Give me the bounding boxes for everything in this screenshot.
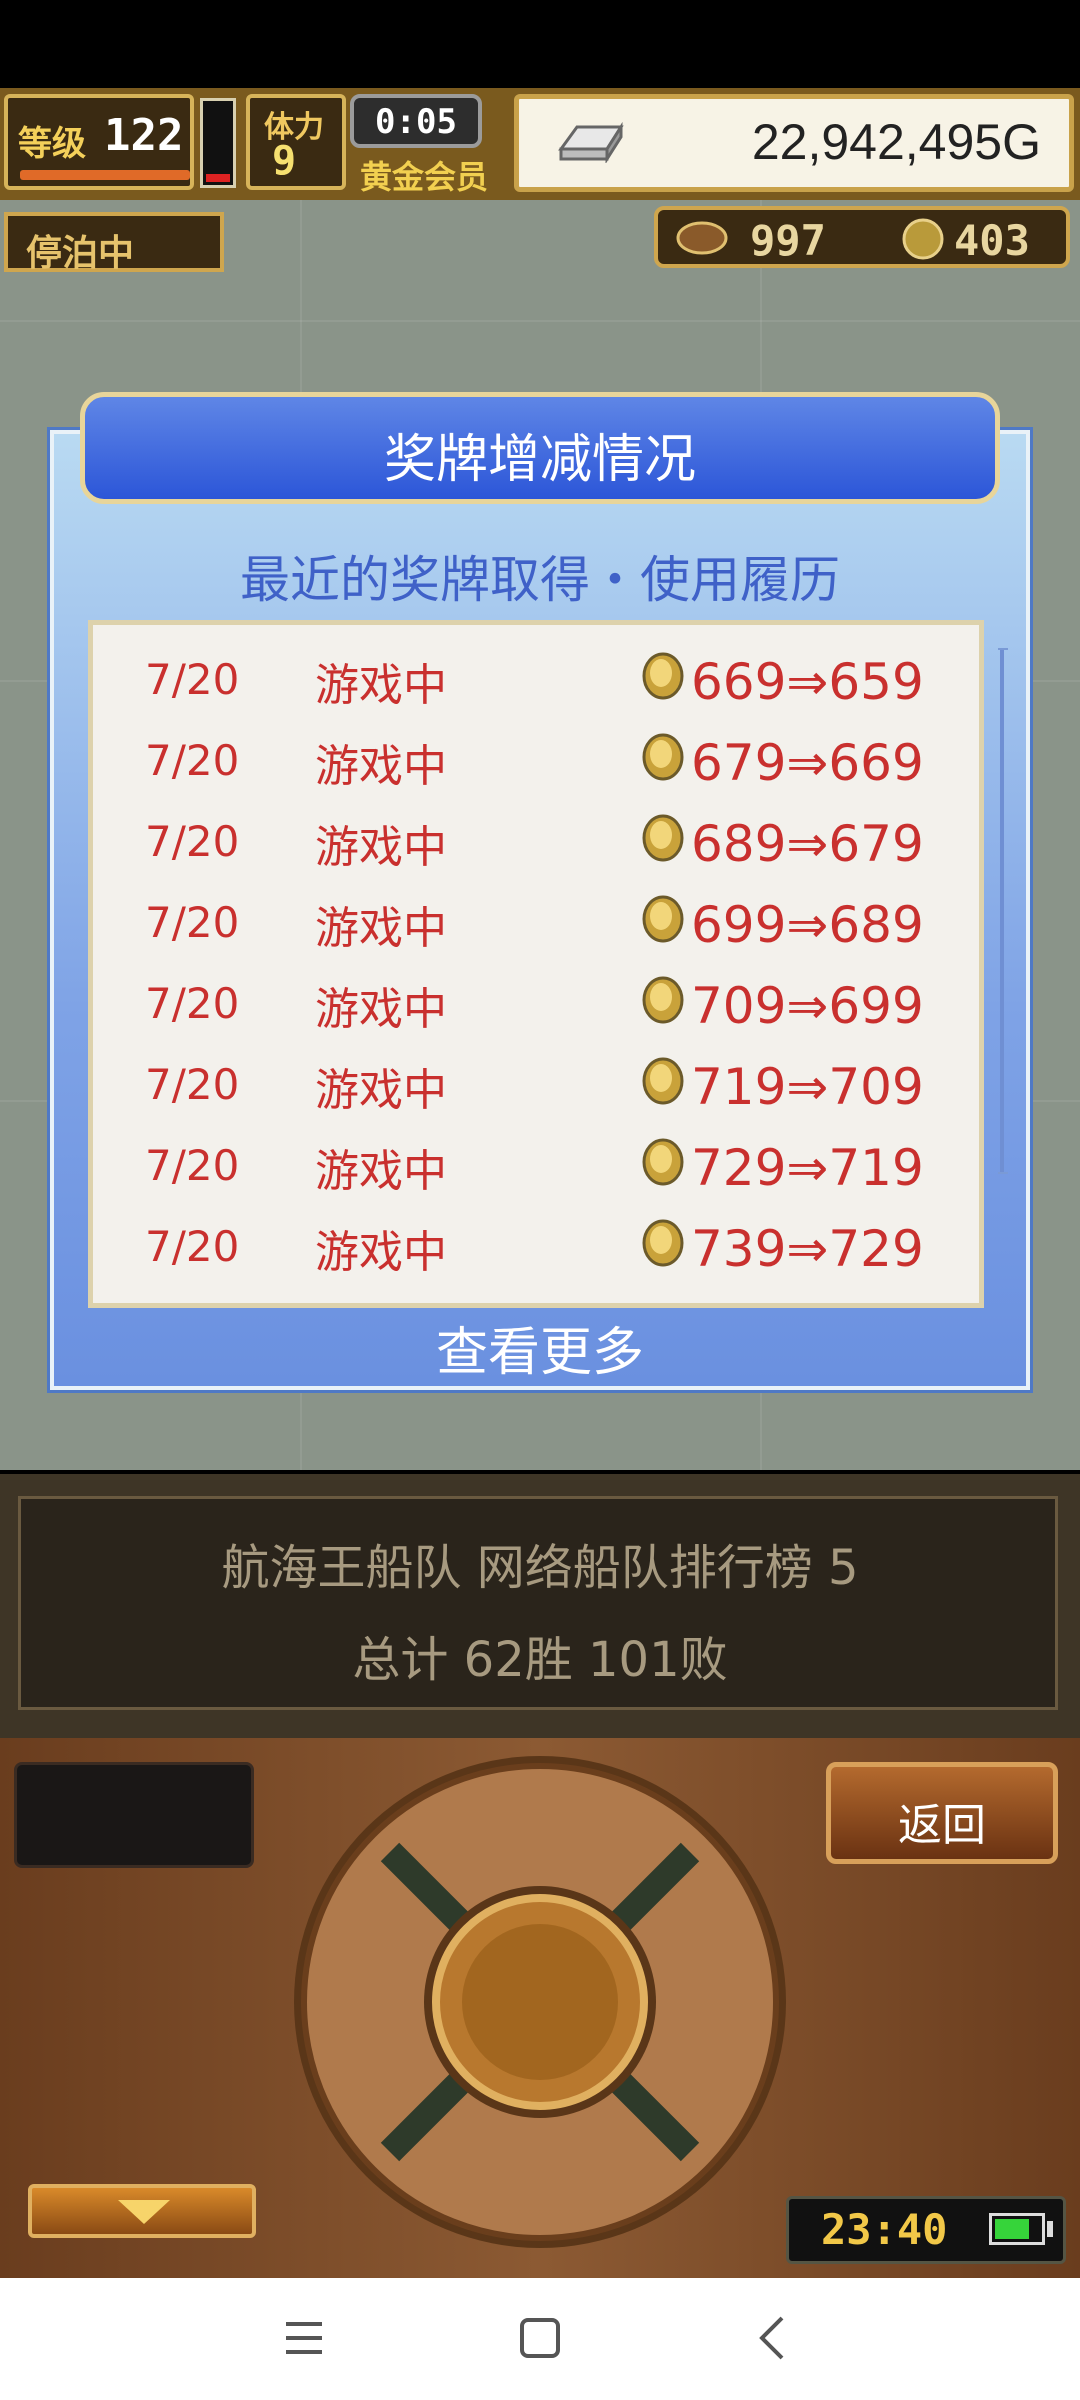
history-description: 游戏中 xyxy=(315,984,447,1035)
moored-status-badge: 停泊中 xyxy=(4,212,224,274)
home-icon[interactable] xyxy=(500,2298,580,2378)
history-date: 7/20 xyxy=(145,1141,240,1190)
cannonball-icon xyxy=(676,221,728,255)
back-button-label: 返回 xyxy=(898,1800,986,1851)
experience-bar xyxy=(20,170,190,180)
history-date: 7/20 xyxy=(145,1060,240,1109)
history-date: 7/20 xyxy=(145,979,240,1028)
fleet-record-text: 总计 62胜 101败 xyxy=(352,1632,728,1688)
medal-coin-icon xyxy=(642,733,684,781)
directional-pad[interactable] xyxy=(290,1752,790,2252)
history-description: 游戏中 xyxy=(315,822,447,873)
history-medal-change: 689⇒679 xyxy=(691,815,924,873)
history-medal-change: 729⇒719 xyxy=(691,1139,924,1197)
history-medal-change: 699⇒689 xyxy=(691,896,924,954)
timer-value: 0:05 xyxy=(375,102,457,142)
history-description: 游戏中 xyxy=(315,903,447,954)
history-date: 7/20 xyxy=(145,655,240,704)
level-value: 122 xyxy=(104,110,184,161)
stamina-indicator: 体力 9 xyxy=(246,94,346,190)
history-date: 7/20 xyxy=(145,736,240,785)
history-list-panel[interactable]: 7/20 游戏中 669⇒659 7/20 游戏中 679⇒669 7/20 游戏中 689⇒6… xyxy=(88,620,984,1308)
history-row: 7/20 游戏中 699⇒689 xyxy=(93,892,979,973)
medal-coin-icon xyxy=(642,1138,684,1186)
dialog-subtitle: 最近的奖牌取得・使用履历 xyxy=(240,551,840,609)
history-date: 7/20 xyxy=(145,817,240,866)
moored-label: 停泊中 xyxy=(26,233,135,274)
hud-bar: 等级 122 体力 9 0:05 黄金会员 22,942,495G xyxy=(0,88,1080,200)
battery-icon xyxy=(989,2213,1045,2245)
resource-counter: 997 403 xyxy=(654,206,1070,268)
gold-value: 22,942,495G xyxy=(751,114,1041,170)
medal-coin-icon xyxy=(642,976,684,1024)
menu-icon[interactable] xyxy=(264,2298,344,2378)
status-bar xyxy=(0,0,1080,88)
history-description: 游戏中 xyxy=(315,1146,447,1197)
history-date: 7/20 xyxy=(145,898,240,947)
silver-ingot-icon xyxy=(558,121,624,163)
history-row: 7/20 游戏中 719⇒709 xyxy=(93,1054,979,1135)
history-row: 7/20 游戏中 679⇒669 xyxy=(93,730,979,811)
medal-coin-icon xyxy=(642,895,684,943)
medal-coin-icon xyxy=(642,1219,684,1267)
medal-coin-icon xyxy=(642,652,684,700)
history-description: 游戏中 xyxy=(315,660,447,711)
resource1-value: 997 xyxy=(750,216,826,265)
gold-counter: 22,942,495G xyxy=(514,94,1074,192)
level-indicator: 等级 122 xyxy=(4,94,194,190)
stamina-fill xyxy=(206,174,230,182)
medal-coin-icon xyxy=(642,1057,684,1105)
history-row: 7/20 游戏中 689⇒679 xyxy=(93,811,979,892)
history-list: 7/20 游戏中 669⇒659 7/20 游戏中 679⇒669 7/20 游戏中 689⇒6… xyxy=(93,649,979,1297)
history-row: 7/20 游戏中 669⇒659 xyxy=(93,649,979,730)
dialog-header: 奖牌增减情况 xyxy=(80,392,1000,504)
back-button[interactable]: 返回 xyxy=(826,1762,1058,1864)
resource2-value: 403 xyxy=(954,216,1030,265)
timer: 0:05 xyxy=(350,94,482,148)
history-medal-change: 679⇒669 xyxy=(691,734,924,792)
history-description: 游戏中 xyxy=(315,1227,447,1278)
battery-tip xyxy=(1047,2221,1053,2237)
level-label: 等级 xyxy=(18,124,86,164)
history-row: 7/20 游戏中 729⇒719 xyxy=(93,1135,979,1216)
stamina-gauge xyxy=(200,98,236,188)
clock-value: 23:40 xyxy=(821,2205,948,2254)
see-more-button[interactable]: 查看更多 xyxy=(380,1310,700,1383)
history-description: 游戏中 xyxy=(315,1065,447,1116)
history-medal-change: 709⇒699 xyxy=(691,977,924,1035)
collapse-button[interactable] xyxy=(28,2184,256,2238)
history-description: 游戏中 xyxy=(315,741,447,792)
battery-fill xyxy=(995,2219,1029,2239)
history-row: 7/20 游戏中 739⇒729 xyxy=(93,1216,979,1297)
dialog-title: 奖牌增减情况 xyxy=(383,430,696,490)
fleet-ranking-text: 航海王船队 网络船队排行榜 5 xyxy=(221,1540,859,1596)
history-medal-change: 719⇒709 xyxy=(691,1058,924,1116)
back-arrow-icon[interactable] xyxy=(734,2298,814,2378)
scroll-thumb[interactable] xyxy=(1000,650,1004,1172)
history-scrollbar[interactable] xyxy=(998,648,1008,1174)
stamina-value: 9 xyxy=(272,138,297,184)
game-clock: 23:40 xyxy=(786,2196,1066,2264)
chevron-down-icon xyxy=(118,2200,170,2224)
history-medal-change: 669⇒659 xyxy=(691,653,924,711)
history-medal-change: 739⇒729 xyxy=(691,1220,924,1278)
history-date: 7/20 xyxy=(145,1222,240,1271)
medal-coin-icon xyxy=(902,218,944,260)
vip-label: 黄金会员 xyxy=(359,158,488,196)
medal-coin-icon xyxy=(642,814,684,862)
empty-slot xyxy=(14,1762,254,1868)
history-row: 7/20 游戏中 709⇒699 xyxy=(93,973,979,1054)
